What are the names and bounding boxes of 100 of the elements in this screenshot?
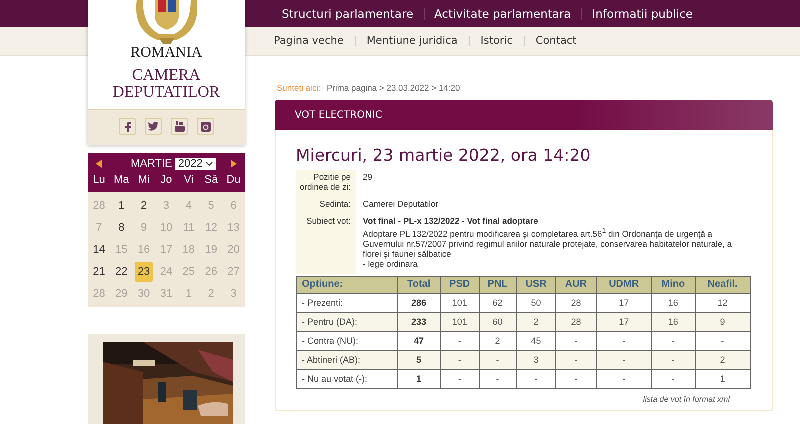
table-cell: 101 (440, 293, 480, 312)
calendar-day[interactable]: 23 (135, 262, 154, 282)
table-cell: - (695, 331, 750, 350)
table-cell: - (556, 331, 596, 350)
calendar-day[interactable]: 12 (202, 218, 220, 238)
calendar-day[interactable]: 26 (202, 262, 220, 282)
table-cell: - (440, 331, 480, 350)
next-month-icon[interactable] (231, 160, 237, 168)
twitter-icon[interactable] (145, 118, 162, 135)
calendar-day[interactable]: 31 (157, 284, 176, 304)
table-cell: - (652, 331, 696, 350)
calendar-day[interactable]: 2 (135, 196, 154, 216)
table-cell: 9 (695, 312, 750, 332)
weekday-label: Ma (112, 174, 130, 186)
calendar-day[interactable]: 13 (224, 218, 243, 238)
nav-link[interactable]: Activitate parlamentara (434, 6, 572, 20)
year-select[interactable]: 2022 (175, 158, 216, 170)
column-header: UDMR (596, 276, 652, 294)
table-cell: - Abtineri (AB): (296, 350, 398, 370)
calendar-day[interactable]: 29 (112, 284, 131, 304)
calendar-day[interactable]: 9 (135, 218, 154, 238)
table-cell: 2 (516, 312, 556, 332)
chevron-down-icon (206, 162, 213, 166)
table-cell: - (516, 369, 556, 388)
table-cell: 3 (516, 350, 556, 370)
calendar-day[interactable]: 8 (112, 218, 131, 238)
table-cell: 16 (652, 312, 696, 332)
column-header: Total (398, 276, 441, 294)
calendar-day[interactable]: 2 (202, 284, 220, 304)
calendar-day[interactable]: 24 (157, 262, 176, 282)
calendar-day[interactable]: 1 (180, 284, 198, 304)
calendar-day[interactable]: 18 (180, 240, 198, 260)
calendar-day[interactable]: 7 (90, 218, 108, 238)
calendar-day[interactable]: 3 (157, 196, 176, 216)
instagram-icon[interactable] (197, 118, 214, 135)
table-cell: 17 (596, 312, 652, 332)
weekday-label: Du (226, 174, 242, 186)
column-header: Optiune: (296, 276, 398, 294)
table-cell: 50 (516, 293, 556, 312)
calendar-day[interactable]: 16 (135, 240, 154, 260)
calendar-day[interactable]: 21 (90, 262, 108, 282)
calendar-day[interactable]: 28 (90, 284, 108, 304)
calendar-day[interactable]: 25 (180, 262, 198, 282)
detail-label: Sedinta: (296, 197, 356, 214)
table-cell: 101 (440, 312, 480, 332)
calendar-day[interactable]: 1 (112, 196, 131, 216)
calendar-day[interactable]: 3 (224, 284, 243, 304)
column-header: PSD (440, 276, 480, 294)
table-cell: 1 (398, 369, 441, 388)
calendar-day[interactable]: 10 (157, 218, 176, 238)
nav-link[interactable]: Structuri parlamentare (282, 6, 414, 20)
calendar-day[interactable]: 5 (202, 196, 220, 216)
table-cell: 2 (479, 331, 517, 350)
column-header: Neafil. (695, 276, 750, 294)
column-header: Mino (652, 276, 696, 294)
table-cell: 5 (398, 350, 441, 370)
detail-label: Subiect vot: (296, 214, 356, 274)
calendar-day[interactable]: 14 (90, 240, 108, 260)
xml-link[interactable]: lista de vot în format xml (643, 394, 730, 404)
calendar-day[interactable]: 19 (202, 240, 220, 260)
calendar-day[interactable]: 4 (180, 196, 198, 216)
table-cell: 28 (556, 293, 596, 312)
table-cell: 16 (652, 293, 696, 312)
nav-link[interactable]: Mentiune juridica (366, 35, 458, 47)
calendar-day[interactable]: 30 (135, 284, 154, 304)
month-label: MARTIE (131, 158, 172, 170)
table-cell: - (556, 350, 596, 370)
table-cell: - (479, 369, 517, 388)
calendar-day[interactable]: 20 (224, 240, 243, 260)
weekday-label: Mi (137, 174, 151, 186)
table-cell: 12 (695, 293, 750, 312)
table-cell: 17 (596, 293, 652, 312)
calendar-day[interactable]: 22 (112, 262, 131, 282)
calendar-day[interactable]: 15 (112, 240, 131, 260)
nav-link[interactable]: Pagina veche (274, 35, 344, 47)
table-cell: 62 (479, 293, 517, 312)
calendar-day[interactable]: 6 (224, 196, 243, 216)
table-cell: - (596, 350, 652, 370)
table-cell: - (596, 369, 652, 388)
weekday-label: Jo (160, 174, 174, 186)
nav-link[interactable]: Istoric (480, 35, 513, 47)
nav-link[interactable]: Contact (536, 35, 577, 47)
calendar-day[interactable]: 17 (157, 240, 176, 260)
table-cell: 28 (556, 312, 596, 332)
calendar-day[interactable]: 11 (180, 218, 198, 238)
calendar-day[interactable]: 28 (90, 196, 108, 216)
table-cell: - (652, 350, 696, 370)
calendar-day[interactable]: 27 (224, 262, 243, 282)
nav-link[interactable]: Informatii publice (592, 6, 693, 20)
institution-name: CAMERA DEPUTATILOR (112, 67, 222, 101)
table-cell: - (440, 350, 480, 370)
facebook-icon[interactable] (119, 118, 136, 135)
column-header: AUR (556, 276, 596, 294)
table-cell: - (652, 369, 696, 388)
detail-value: - lege ordinara (363, 258, 419, 269)
weekday-label: Vi (183, 174, 195, 186)
detail-value: Adoptare PL 132/2022 pentru modificarea şi completarea art.56$^{1}$ din Ordonanţa de urgenţă a Guvernului nr.57/2007 privind regimul ariilor naturale protejate, conservarea habitatelor naturale, a florei şi faunei sălbatice (363, 226, 734, 259)
column-header: PNL (479, 276, 517, 294)
detail-value: 29 (363, 172, 374, 182)
previous-month-icon[interactable] (96, 160, 102, 168)
